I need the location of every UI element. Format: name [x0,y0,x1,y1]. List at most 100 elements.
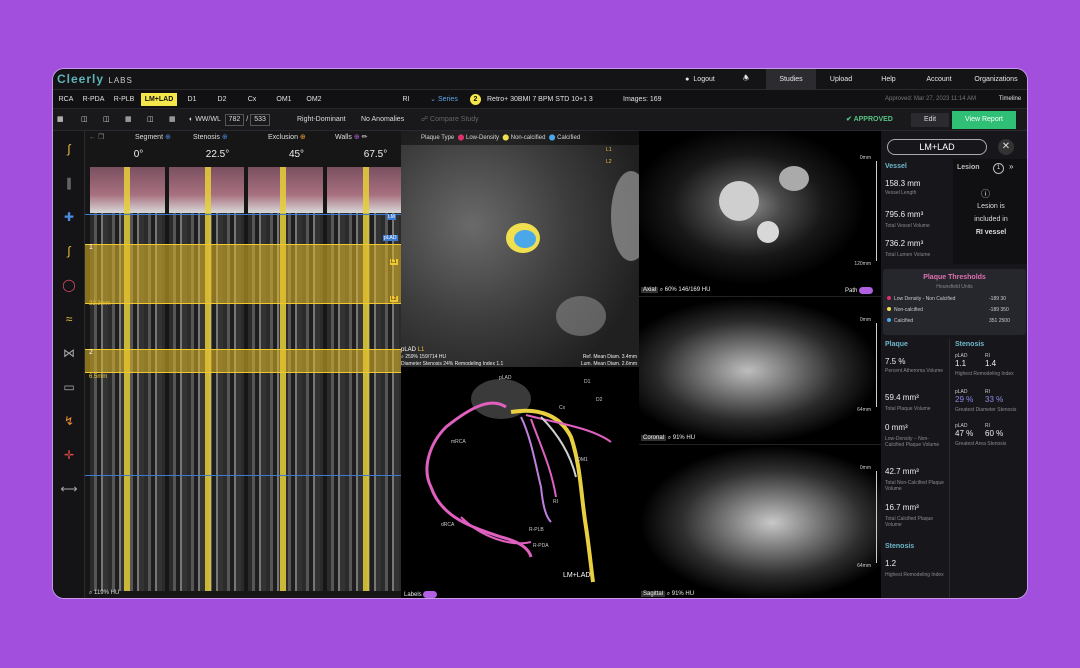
compare-study-button[interactable]: ☍ Compare Study [421,113,491,127]
walls-header[interactable]: Walls ⊕ ✏ [335,131,368,145]
threshold-range: -189 30 [989,296,1006,302]
exclusion-header-label: Exclusion [268,134,298,141]
dominance-select[interactable]: Right-Dominant [297,113,357,127]
vessel-name-pill[interactable]: LM+LAD [887,139,987,155]
calcified-volume: 16.7 mm³ [885,503,919,512]
vessel-length-label: Vessel Length [885,190,917,196]
tab-om2[interactable]: OM2 [303,93,325,106]
anomalies-select[interactable]: No Anomalies [361,113,413,127]
tree-label: R-PDA [533,543,549,549]
mpr-strip[interactable] [327,167,402,591]
coronary-tree-graphic[interactable] [401,367,639,599]
coronal-view[interactable]: 0mm 64mm Coronal ⌕ 91% HU [639,296,881,444]
centerline-tool-icon[interactable]: ≈ [59,309,79,329]
toggle-switch[interactable] [859,286,873,294]
toggle-non-calcified[interactable]: ⬤ [502,135,509,141]
grid-layout-icon[interactable]: ▦ [57,113,69,127]
toggle-low-density[interactable]: ⬤ [458,135,465,141]
curved-vessel-tool-icon[interactable]: ∫ [59,139,79,159]
nav-help[interactable]: Help [866,69,911,90]
nav-upload[interactable]: Upload [816,69,866,90]
layout-2-icon[interactable]: ◫ [81,113,93,127]
bifurcation-tool-icon[interactable]: ∫ [59,241,79,261]
cross-section-view[interactable]: Plaque Type ⬤ Low-Density ⬤ Non-calcifie… [401,131,651,367]
stenosis-header-label: Stenosis [193,134,220,141]
ruler-tool-icon[interactable]: ▭ [59,377,79,397]
lesion-band[interactable] [85,349,401,373]
nav-studies[interactable]: Studies [766,69,816,90]
tab-om1[interactable]: OM1 [273,93,295,106]
labels-toggle[interactable]: Labels [404,590,438,598]
wwwl-separator: / [246,116,249,123]
angle-label: 22.5° [205,149,230,160]
coronal-scale-top: 0mm [859,317,871,323]
zoom-icon: ⌕ [667,435,672,441]
tab-rca[interactable]: RCA [55,93,77,106]
axial-scale-bar [876,161,877,261]
sagittal-view[interactable]: 0mm 64mm Sagittal ⌕ 91% HU [639,444,881,598]
lesion-tag-l1: L1 [390,259,398,265]
edit-button[interactable]: Edit [911,113,949,127]
st-value: 47 % [955,429,974,438]
view-report-button[interactable]: View Report [952,111,1016,129]
angle-label: 0° [133,149,144,160]
branch-tool-icon[interactable]: ✚ [59,207,79,227]
vessel-header: Vessel [885,163,907,170]
logout-button[interactable]: ● Logout [675,69,725,90]
layout-6-icon[interactable]: ▦ [169,113,181,127]
path-toggle[interactable]: Path [845,286,873,294]
toggle-switch[interactable] [423,590,438,598]
tab-cx[interactable]: Cx [243,93,261,106]
measure-tool-icon[interactable]: ⟷ [59,479,79,499]
ww-input[interactable]: 782 [224,114,245,126]
close-icon[interactable]: ✕ [998,139,1014,155]
straight-vessel-tool-icon[interactable]: ∥ [59,173,79,193]
wl-input[interactable]: 533 [250,114,270,126]
threshold-range: 351 2500 [989,318,1010,324]
tree-vessel-label: LM+LAD [563,572,591,579]
nav-account[interactable]: Account [913,69,965,90]
tab-r-pda[interactable]: R-PDA [80,93,107,106]
coronal-info: Coronal ⌕ 91% HU [641,435,695,442]
distance-label: 22.3mm [89,301,111,307]
total-vessel-volume-label: Total Vessel Volume [885,223,930,229]
window-level-control[interactable]: ◐ WW/WL 782/533 [189,113,289,127]
timeline-link[interactable]: Timeline [993,93,1027,106]
exclusion-header[interactable]: Exclusion ⊕ [268,131,306,145]
lesion-marker-2[interactable]: 2 [89,349,93,356]
stenosis-tool-icon[interactable]: ⋈ [59,343,79,363]
mpr-zoom: ⌕ 119% HU [89,590,119,598]
tab-ri[interactable]: RI [398,93,414,106]
tree-label: mRCA [451,439,466,445]
sagittal-hu: HU [685,591,695,597]
coronary-tree-view[interactable]: D1 D2 Cx OM1 RI mRCA dRCA R-PLB R-PDA pL… [401,367,639,599]
mpr-strip[interactable] [248,167,323,591]
segment-header[interactable]: Segment ⊕ [135,131,171,145]
bell-icon[interactable]: 🕭 [731,69,761,90]
nav-organizations[interactable]: Organizations [965,69,1027,90]
chevron-right-icon[interactable]: » [1009,162,1013,171]
series-description: Retro+ 30BMI 7 BPM STD 10+1 3 [487,96,593,103]
brand-logo[interactable]: Cleerly LABS [57,72,133,86]
lesion-band[interactable] [85,244,401,304]
layout-4-icon[interactable]: ▦ [125,113,137,127]
lightning-tool-icon[interactable]: ↯ [59,411,79,431]
axial-view[interactable]: 0mm 120mm Axial ⌕ 60% 146/169 HU Path [639,131,881,296]
stenosis-header[interactable]: Stenosis ⊕ [193,131,228,145]
cross-section-tool-icon[interactable]: ◯ [59,275,79,295]
mpr-zoom-value: 119% [94,590,109,596]
layout-5-icon[interactable]: ◫ [147,113,159,127]
series-dropdown[interactable]: ⌄ Series [425,93,463,106]
tab-d2[interactable]: D2 [213,93,231,106]
tab-lm-lad[interactable]: LM+LAD [141,93,177,106]
toggle-calcified[interactable]: ⬤ [549,135,556,141]
mpr-strip[interactable] [169,167,244,591]
tab-r-plb[interactable]: R-PLB [111,93,137,106]
st-label: Greatest Area Stenosis [955,441,1007,447]
layout-3-icon[interactable]: ◫ [103,113,115,127]
lesion-marker-1[interactable]: 1 [89,244,93,251]
threshold-row: Calcified [887,318,913,324]
tab-d1[interactable]: D1 [183,93,201,106]
tree-label: Cx [559,405,566,411]
crosshair-tool-icon[interactable]: ✛ [59,445,79,465]
